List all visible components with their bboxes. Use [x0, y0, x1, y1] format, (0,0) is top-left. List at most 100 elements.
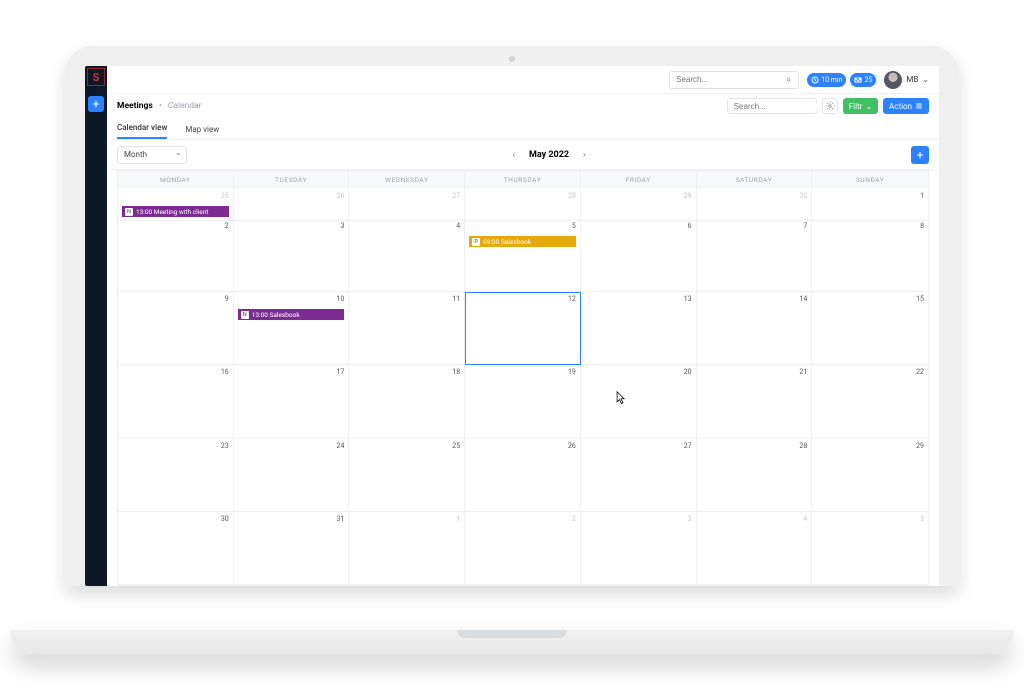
cell-date: 26: [568, 442, 576, 450]
day-header: TUESDAY: [234, 171, 350, 189]
event-tag: N: [241, 311, 249, 319]
user-initials: MB: [906, 75, 918, 84]
cell-date: 1: [920, 192, 924, 200]
calendar-cell[interactable]: 2: [465, 512, 581, 585]
calendar-cell[interactable]: 5 P09:00 Salesbook: [465, 219, 581, 292]
day-header: FRIDAY: [581, 171, 697, 189]
calendar-cell[interactable]: 2: [118, 219, 234, 292]
settings-button[interactable]: [822, 98, 838, 114]
cell-date: 25: [452, 442, 460, 450]
cell-date: 2: [572, 515, 576, 523]
clock-icon: [811, 76, 819, 84]
calendar-cell[interactable]: 18: [349, 365, 465, 438]
calendar-cell[interactable]: 13: [581, 292, 697, 365]
sub-bar: Meetings • Calendar Filtr ⌄: [107, 94, 939, 118]
cell-date: 17: [337, 368, 345, 376]
calendar-cell[interactable]: 29: [812, 439, 928, 512]
calendar-cell[interactable]: 27: [581, 439, 697, 512]
laptop-mockup: S + 10 min 25: [65, 46, 959, 586]
calendar-cell[interactable]: 23: [118, 439, 234, 512]
calendar-cell[interactable]: 25: [349, 439, 465, 512]
prev-month-button[interactable]: ‹: [513, 150, 515, 159]
calendar-cell[interactable]: 20: [581, 365, 697, 438]
cell-date: 4: [803, 515, 807, 523]
global-search[interactable]: [669, 71, 799, 89]
calendar-cell[interactable]: 4: [349, 219, 465, 292]
calendar-cell[interactable]: 19: [465, 365, 581, 438]
calendar-cell[interactable]: 3: [581, 512, 697, 585]
action-button[interactable]: Action: [883, 98, 929, 114]
calendar-cell[interactable]: 12: [465, 292, 581, 365]
calendar-cell[interactable]: 28: [697, 439, 813, 512]
day-header: SUNDAY: [812, 171, 928, 189]
calendar-grid: MONDAYTUESDAYWEDNESDAYTHURSDAYFRIDAYSATU…: [117, 170, 929, 586]
calendar-cell[interactable]: 26: [234, 189, 350, 221]
event-tag: N: [125, 208, 133, 216]
notification-count-pill[interactable]: 25: [850, 73, 876, 87]
cell-date: 7: [803, 222, 807, 230]
list-icon: [915, 102, 923, 110]
calendar-cell[interactable]: 27: [349, 189, 465, 221]
calendar-cell[interactable]: 30: [118, 512, 234, 585]
cell-date: 29: [684, 192, 692, 200]
calendar-cell[interactable]: 17: [234, 365, 350, 438]
calendar-cell[interactable]: 30: [697, 189, 813, 221]
action-label: Action: [889, 102, 912, 111]
calendar-event[interactable]: P09:00 Salesbook: [469, 236, 576, 247]
calendar-cell[interactable]: 1: [812, 189, 928, 221]
add-event-button[interactable]: +: [911, 146, 929, 164]
calendar-cell[interactable]: 14: [697, 292, 813, 365]
calendar-cell[interactable]: 10 N13:00 Salesbook: [234, 292, 350, 365]
next-month-button[interactable]: ›: [583, 150, 585, 159]
user-menu[interactable]: MB ⌄: [884, 71, 929, 89]
logo[interactable]: S: [87, 68, 105, 86]
calendar-cell[interactable]: 28: [465, 189, 581, 221]
filter-button[interactable]: Filtr ⌄: [843, 98, 878, 114]
calendar-cell[interactable]: 8: [812, 219, 928, 292]
tab-calendar-view[interactable]: Calendar view: [117, 123, 167, 139]
calendar-cell[interactable]: 15: [812, 292, 928, 365]
calendar-cell[interactable]: 25N13:00 Meeting with client: [118, 189, 234, 221]
cell-date: 15: [916, 295, 924, 303]
calendar-cell[interactable]: 24: [234, 439, 350, 512]
calendar-cell[interactable]: 1: [349, 512, 465, 585]
calendar-event[interactable]: N13:00 Meeting with client: [122, 206, 229, 217]
calendar-event[interactable]: N13:00 Salesbook: [238, 309, 345, 320]
calendar-cell[interactable]: 4: [697, 512, 813, 585]
calendar-cell[interactable]: 11: [349, 292, 465, 365]
app-screen: S + 10 min 25: [85, 66, 939, 586]
calendar-cell[interactable]: 6: [581, 219, 697, 292]
chevron-down-icon: ⌄: [865, 102, 872, 111]
cell-date: 6: [688, 222, 692, 230]
sidebar-add-button[interactable]: +: [88, 96, 104, 112]
notifications[interactable]: 10 min 25: [807, 73, 876, 87]
period-dropdown[interactable]: Month: [117, 146, 187, 164]
calendar-cell[interactable]: 9: [118, 292, 234, 365]
day-header: WEDNESDAY: [349, 171, 465, 189]
cell-date: 20: [684, 368, 692, 376]
page-search[interactable]: [727, 98, 817, 114]
tab-map-view[interactable]: Map view: [185, 125, 219, 139]
cell-date: 8: [920, 222, 924, 230]
breadcrumb-sub: Calendar: [168, 101, 202, 111]
calendar-cell[interactable]: 5: [812, 512, 928, 585]
cell-date: 10: [337, 295, 345, 303]
sub-bar-actions: Filtr ⌄ Action: [727, 98, 929, 114]
calendar-week: 16 17 1819 20 2122: [118, 365, 928, 438]
calendar-cell[interactable]: 3: [234, 219, 350, 292]
calendar-cell[interactable]: 21: [697, 365, 813, 438]
calendar-cell[interactable]: 16: [118, 365, 234, 438]
calendar-cell[interactable]: 26: [465, 439, 581, 512]
calendar-cell[interactable]: 7: [697, 219, 813, 292]
calendar-week: 234 5 P09:00 Salesbook 6 7 8: [118, 219, 928, 292]
calendar-week: 30311 23 45: [118, 512, 928, 585]
notification-time-pill[interactable]: 10 min: [807, 73, 846, 87]
calendar-cell[interactable]: 22: [812, 365, 928, 438]
event-tag: P: [472, 238, 480, 246]
cell-date: 28: [568, 192, 576, 200]
global-search-input[interactable]: [676, 75, 786, 84]
calendar-cell[interactable]: 31: [234, 512, 350, 585]
filter-label: Filtr: [849, 102, 863, 111]
calendar-cell[interactable]: 29: [581, 189, 697, 221]
cell-date: 5: [572, 222, 576, 230]
